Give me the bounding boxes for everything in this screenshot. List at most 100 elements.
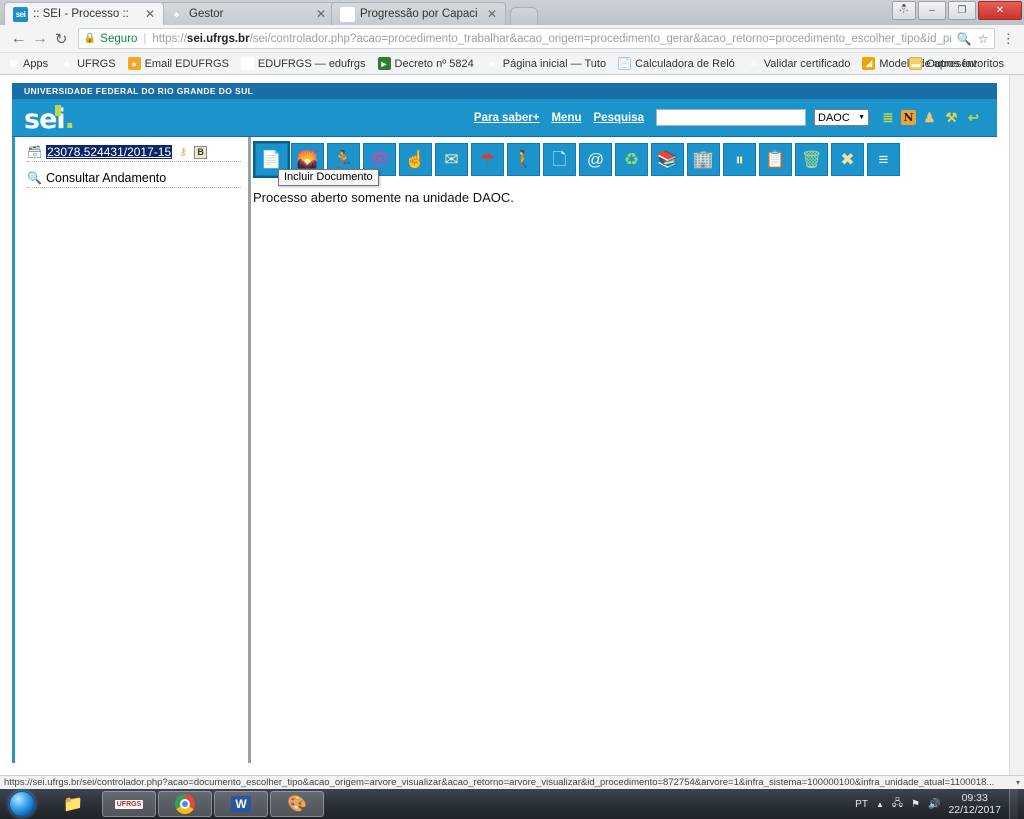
bookmark-label: Calculadora de Reló bbox=[635, 57, 735, 70]
unit-select-value: DAOC bbox=[818, 111, 850, 124]
novidades-icon[interactable]: N bbox=[901, 110, 916, 125]
bookmark-label: EDUFRGS — edufrgs bbox=[257, 57, 366, 70]
chrome-menu-icon[interactable]: ⋮ bbox=[1001, 31, 1016, 47]
consultar-andamento-label[interactable]: Consultar Andamento bbox=[46, 171, 166, 185]
bookmark-label: Outros favoritos bbox=[926, 57, 1004, 70]
paint-taskbar-item[interactable]: 🎨 bbox=[270, 791, 324, 817]
consultar-alterar-processo-button[interactable]: 🚶 bbox=[507, 143, 540, 176]
presentation-icon: ◢ bbox=[862, 57, 876, 70]
action-flag-icon[interactable]: ⚑ bbox=[911, 799, 920, 810]
star-icon[interactable]: ☆ bbox=[978, 32, 989, 46]
show-desktop-button[interactable] bbox=[1009, 789, 1018, 819]
bookmark-email-edufrgs[interactable]: ● Email EDUFRGS bbox=[127, 57, 229, 70]
bookmark-validar-certificado[interactable]: ⚔ Validar certificado bbox=[747, 57, 850, 70]
word-taskbar-item[interactable]: W bbox=[214, 791, 268, 817]
address-bar[interactable]: 🔒 Seguro | https://sei.ufrgs.br/sei/cont… bbox=[77, 28, 995, 49]
screen: sei :: SEI - Processo :: ✕ ♣ Gestor ✕ ⊙ … bbox=[0, 0, 1024, 819]
nav-menu[interactable]: Menu bbox=[551, 112, 581, 124]
tab-close-icon[interactable]: ✕ bbox=[314, 7, 328, 21]
minimize-button[interactable]: – bbox=[918, 1, 946, 20]
reabrir-processo-button[interactable]: 🗑 bbox=[795, 143, 828, 176]
word-icon: W bbox=[231, 796, 251, 812]
sei-favicon-icon: sei bbox=[13, 6, 28, 22]
start-button[interactable] bbox=[0, 790, 44, 818]
nav-pesquisa[interactable]: Pesquisa bbox=[594, 112, 645, 124]
enviar-email-button[interactable]: @ bbox=[579, 143, 612, 176]
chrome-taskbar-item[interactable] bbox=[158, 791, 212, 817]
process-document-icon: 🗃 bbox=[27, 145, 43, 159]
gerar-arquivo-button[interactable]: 📚 bbox=[651, 143, 684, 176]
sei-application: UNIVERSIDADE FEDERAL DO RIO GRANDE DO SU… bbox=[12, 83, 997, 763]
menu-list-icon[interactable]: ≣ bbox=[879, 109, 896, 126]
unit-select[interactable]: DAOC ▼ bbox=[814, 109, 869, 126]
decree-icon: ► bbox=[377, 57, 391, 70]
clock-time: 09:33 bbox=[961, 792, 988, 804]
bookmark-pagina-inicial[interactable]: ♣ Página inicial — Tuto bbox=[486, 57, 606, 70]
ciencia-button[interactable]: ☂ bbox=[471, 143, 504, 176]
page-scrollbar[interactable] bbox=[1009, 75, 1024, 775]
omnibox-divider: | bbox=[143, 32, 147, 45]
logout-icon[interactable]: ↩ bbox=[965, 109, 982, 126]
ufrgs-icon: ♣ bbox=[63, 58, 70, 69]
back-arrow-icon[interactable]: ← bbox=[8, 30, 29, 48]
process-number[interactable]: 23078.524431/2017-15 bbox=[46, 145, 173, 159]
file-explorer-taskbar-item[interactable]: 📁 bbox=[46, 791, 100, 817]
page-viewport: UNIVERSIDADE FEDERAL DO RIO GRANDE DO SU… bbox=[0, 75, 1024, 775]
bookmark-decreto[interactable]: ► Decreto nº 5824 bbox=[377, 57, 474, 70]
bookmark-ufrgs[interactable]: ♣ UFRGS bbox=[60, 57, 116, 70]
key-icon[interactable]: ⚷ bbox=[176, 145, 190, 159]
anotacoes-button[interactable]: ☝ bbox=[399, 143, 432, 176]
anotacoes2-button[interactable]: 📋 bbox=[759, 143, 792, 176]
show-hidden-icons-icon[interactable]: ▲ bbox=[876, 800, 884, 809]
folder-icon: ▬ bbox=[909, 57, 923, 70]
status-bar: https://sei.ufrgs.br/sei/controlador.php… bbox=[0, 775, 1024, 789]
sobrestar-processo-button[interactable]: ⏸ bbox=[723, 143, 756, 176]
bookmark-label: Página inicial — Tuto bbox=[502, 57, 607, 70]
bookmark-label: UFRGS bbox=[77, 57, 116, 70]
folder-icon: 📁 bbox=[63, 796, 83, 813]
ufrgs-app-taskbar-item[interactable]: UFRGS bbox=[102, 791, 156, 817]
profile-icon[interactable]: ⛄ bbox=[892, 1, 916, 20]
consultar-andamento-node[interactable]: 🔍 Consultar Andamento bbox=[27, 171, 241, 188]
tab-gestor[interactable]: ♣ Gestor ✕ bbox=[160, 2, 335, 25]
wrench-icon[interactable]: ⚒ bbox=[943, 109, 960, 126]
apps-grid-icon: ▦ bbox=[9, 58, 18, 68]
consultar-andamento-button[interactable]: ≡ bbox=[867, 143, 900, 176]
maximize-button[interactable]: ❐ bbox=[948, 1, 976, 20]
enviar-correspondencia-eletronica-button[interactable]: ✉ bbox=[435, 143, 468, 176]
search-input[interactable] bbox=[656, 109, 806, 126]
tab-sei-processo[interactable]: sei :: SEI - Processo :: ✕ bbox=[4, 2, 164, 25]
windows-start-orb-icon bbox=[9, 791, 35, 817]
network-icon[interactable]: 🖧 bbox=[892, 796, 903, 813]
forward-arrow-icon[interactable]: → bbox=[29, 30, 50, 48]
institution-banner: UNIVERSIDADE FEDERAL DO RIO GRANDE DO SU… bbox=[12, 83, 997, 99]
bookmark-label: Email EDUFRGS bbox=[144, 57, 229, 70]
bookmark-calculadora[interactable]: 📄 Calculadora de Reló bbox=[618, 57, 735, 70]
other-bookmarks[interactable]: ▬ Outros favoritos bbox=[909, 57, 1004, 70]
duplicar-processo-button[interactable]: 🗋 bbox=[543, 143, 576, 176]
new-tab-button[interactable] bbox=[510, 7, 538, 25]
b-badge-icon[interactable]: B bbox=[194, 145, 208, 159]
tab-progressao-por-capacitacao[interactable]: ⊙ Progressão por Capacita ✕ bbox=[331, 2, 506, 25]
sei-logo[interactable]: sei. bbox=[24, 105, 75, 133]
tab-close-icon[interactable]: ✕ bbox=[485, 7, 499, 21]
reload-icon[interactable]: ↻ bbox=[51, 30, 72, 48]
nav-para-saber-mais[interactable]: Para saber+ bbox=[474, 112, 540, 124]
atualizar-andamento2-button[interactable]: ♻ bbox=[615, 143, 648, 176]
clock[interactable]: 09:33 22/12/2017 bbox=[948, 792, 1001, 816]
excluir-processo-button[interactable]: ✖ bbox=[831, 143, 864, 176]
security-label: Seguro bbox=[100, 32, 138, 45]
close-button[interactable]: ✕ bbox=[978, 1, 1022, 20]
user-icon[interactable]: ♟ bbox=[921, 109, 938, 126]
language-indicator[interactable]: PT bbox=[855, 799, 868, 810]
institution-name: UNIVERSIDADE FEDERAL DO RIO GRANDE DO SU… bbox=[24, 86, 254, 96]
sei-top-nav: Para saber+ Menu Pesquisa DAOC ▼ ≣ N ♟ ⚒… bbox=[474, 109, 987, 126]
bookmark-edufrgs[interactable]: ⊙ EDUFRGS — edufrgs bbox=[240, 57, 366, 70]
process-tree-node[interactable]: 🗃 23078.524431/2017-15 ⚷ B bbox=[27, 145, 241, 162]
bloquear-processo-button[interactable]: 🏢 bbox=[687, 143, 720, 176]
edufrgs-icon: ⊙ bbox=[240, 57, 254, 70]
apps-shortcut[interactable]: ▦ Apps bbox=[6, 57, 48, 70]
magnifier-icon[interactable]: 🔍 bbox=[957, 32, 972, 46]
volume-icon[interactable]: 🔊 bbox=[928, 799, 940, 810]
tab-close-icon[interactable]: ✕ bbox=[143, 7, 157, 21]
